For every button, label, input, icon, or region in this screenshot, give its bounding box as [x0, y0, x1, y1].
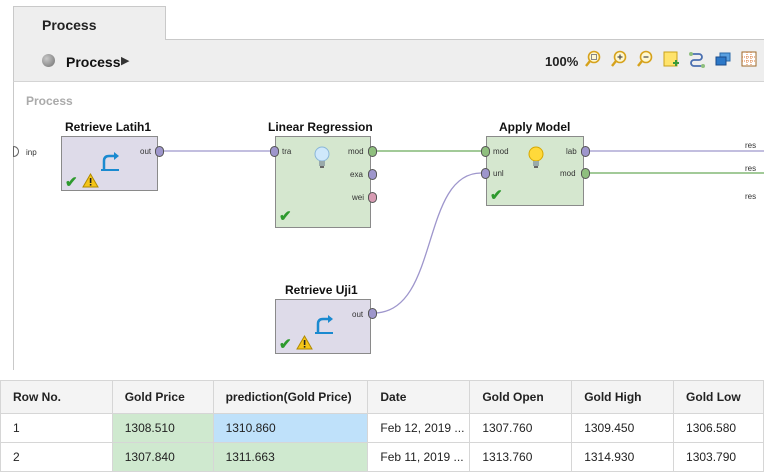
port-label-mod-in: mod	[493, 147, 509, 156]
ok-check-icon: ✔	[65, 174, 78, 191]
operator-title-linear-regression: Linear Regression	[268, 120, 373, 134]
port-out-retrieve-uji[interactable]	[368, 308, 377, 319]
port-label-out: out	[140, 147, 152, 156]
operator-linear-regression[interactable]: tra mod exa wei ✔	[275, 136, 371, 228]
result-port-label: res	[745, 141, 757, 150]
ok-check-icon: ✔	[490, 187, 503, 204]
wire-uji-to-apply	[373, 172, 482, 314]
port-in-mod[interactable]	[481, 146, 490, 157]
table-cell: 1311.663	[212, 442, 369, 472]
table-cell: 1306.580	[673, 413, 764, 443]
table-cell: 1303.790	[673, 442, 764, 472]
operator-apply-model[interactable]: mod unl lab mod ✔	[486, 136, 584, 206]
table-header-row: Row No. Gold Price prediction(Gold Price…	[0, 380, 764, 414]
port-out-wei[interactable]	[368, 192, 377, 203]
table-cell: 1308.510	[111, 413, 214, 443]
warning-icon[interactable]	[82, 173, 99, 188]
column-header[interactable]: Date	[367, 380, 471, 414]
port-out-retrieve-latih[interactable]	[155, 146, 164, 157]
column-header[interactable]: Gold High	[571, 380, 675, 414]
table-cell: Feb 11, 2019 ...	[367, 442, 471, 472]
table-cell: 1	[0, 413, 113, 443]
column-header[interactable]: Gold Low	[673, 380, 764, 414]
table-cell: 1314.930	[571, 442, 675, 472]
column-header[interactable]: Gold Open	[469, 380, 573, 414]
table-cell: 1310.860	[212, 413, 369, 443]
operator-title-apply-model: Apply Model	[499, 120, 571, 134]
table-row[interactable]: 1 1308.510 1310.860 Feb 12, 2019 ... 130…	[0, 413, 764, 443]
table-row[interactable]: 2 1307.840 1311.663 Feb 11, 2019 ... 131…	[0, 442, 764, 472]
operator-title-retrieve-latih: Retrieve Latih1	[65, 120, 152, 134]
table-cell: Feb 12, 2019 ...	[367, 413, 471, 443]
port-in-unl[interactable]	[481, 168, 490, 179]
ok-check-icon: ✔	[279, 336, 292, 353]
operator-retrieve-uji[interactable]: ✔ out	[275, 299, 371, 354]
port-in-tra[interactable]	[270, 146, 279, 157]
process-input-port-label: inp	[26, 148, 37, 157]
port-label-out: out	[352, 310, 364, 319]
result-port-label: res	[745, 164, 757, 173]
warning-icon[interactable]	[296, 335, 313, 350]
retrieve-icon	[315, 315, 333, 334]
operator-retrieve-latih[interactable]: ✔ out	[61, 136, 158, 191]
ok-check-icon: ✔	[279, 208, 292, 225]
retrieve-icon	[101, 152, 119, 171]
port-label-tra: tra	[282, 147, 292, 156]
port-out-lab[interactable]	[581, 146, 590, 157]
port-label-lab: lab	[566, 147, 577, 156]
column-header[interactable]: prediction(Gold Price)	[212, 380, 369, 414]
port-out-mod-apply[interactable]	[581, 168, 590, 179]
lightbulb-icon	[314, 146, 330, 168]
table-cell: 1307.840	[111, 442, 214, 472]
lightbulb-on-icon	[528, 146, 544, 168]
port-label-mod-out: mod	[560, 169, 576, 178]
port-label-wei: wei	[352, 193, 365, 202]
port-label-unl: unl	[493, 169, 504, 178]
results-table: Row No. Gold Price prediction(Gold Price…	[0, 380, 764, 472]
port-out-exa[interactable]	[368, 169, 377, 180]
table-cell: 1309.450	[571, 413, 675, 443]
operator-title-retrieve-uji: Retrieve Uji1	[285, 283, 358, 297]
column-header[interactable]: Gold Price	[111, 380, 214, 414]
table-cell: 1313.760	[469, 442, 573, 472]
table-cell: 2	[0, 442, 113, 472]
port-label-exa: exa	[350, 170, 363, 179]
table-cell: 1307.760	[469, 413, 573, 443]
column-header[interactable]: Row No.	[0, 380, 113, 414]
result-port-label: res	[745, 192, 757, 201]
port-label-mod: mod	[348, 147, 364, 156]
port-out-mod[interactable]	[368, 146, 377, 157]
